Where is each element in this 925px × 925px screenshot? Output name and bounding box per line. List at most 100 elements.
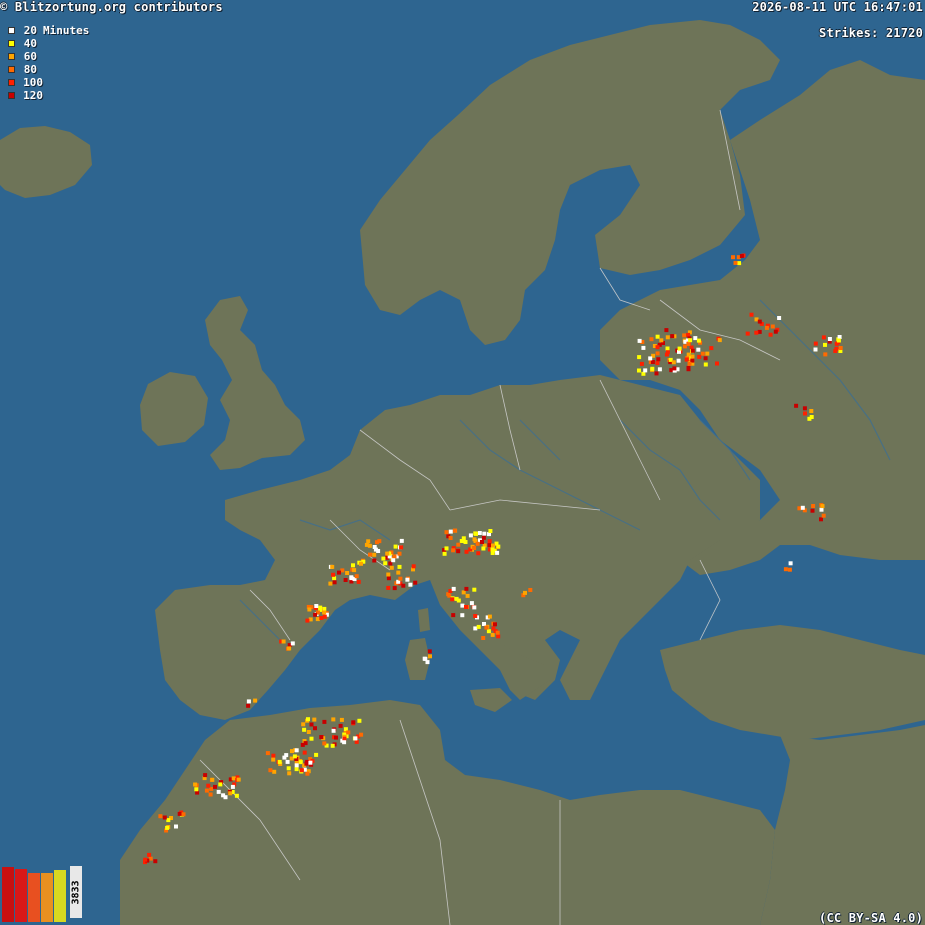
strike-marker — [821, 335, 826, 340]
strike-marker — [690, 348, 695, 353]
lightning-map[interactable] — [0, 0, 925, 925]
strike-marker — [351, 720, 356, 725]
strike-marker — [488, 529, 493, 533]
strike-marker — [343, 578, 348, 582]
strike-marker — [399, 538, 404, 543]
strike-marker — [377, 539, 382, 544]
strike-marker — [450, 597, 455, 602]
strike-marker — [703, 356, 708, 361]
strike-marker — [481, 636, 486, 640]
strike-marker — [208, 792, 213, 797]
strike-marker — [392, 586, 397, 591]
strike-marker — [474, 531, 478, 536]
legend-row: 20 Minutes — [8, 24, 89, 37]
strike-marker — [312, 717, 317, 722]
histogram-count: 3833 — [70, 866, 82, 918]
strike-marker — [230, 784, 235, 789]
strike-marker — [290, 749, 294, 754]
strike-marker — [294, 763, 299, 768]
strike-marker — [787, 567, 792, 572]
strike-marker — [827, 337, 832, 341]
strike-marker — [359, 732, 364, 737]
strike-marker — [272, 769, 277, 774]
strike-marker — [354, 574, 359, 579]
strike-marker — [345, 571, 350, 575]
strike-marker — [819, 517, 823, 522]
strike-marker — [770, 324, 775, 329]
legend-unit: Minutes — [43, 24, 90, 37]
strike-marker — [393, 544, 398, 549]
strike-marker — [147, 852, 152, 857]
strike-marker — [690, 354, 695, 359]
strike-marker — [194, 787, 199, 792]
strike-marker — [246, 703, 251, 708]
strike-marker — [427, 649, 432, 654]
strike-marker — [397, 564, 402, 569]
strike-marker — [376, 549, 381, 553]
strike-marker — [281, 639, 286, 644]
license-label: (CC BY-SA 4.0) — [819, 911, 923, 925]
strike-marker — [823, 352, 828, 357]
strike-marker — [331, 717, 336, 722]
strike-marker — [821, 513, 826, 518]
strike-marker — [684, 357, 689, 362]
strike-marker — [464, 605, 468, 609]
strike-marker — [153, 859, 158, 864]
strike-marker — [696, 338, 701, 343]
strike-marker — [268, 768, 273, 773]
strike-marker — [655, 351, 660, 356]
strike-marker — [757, 319, 762, 324]
strike-marker — [286, 766, 291, 771]
strike-marker — [468, 533, 473, 538]
legend-value: 120 — [23, 89, 43, 102]
strike-marker — [342, 736, 347, 741]
legend-row: 40 — [8, 37, 89, 50]
strike-marker — [397, 551, 402, 556]
strike-marker — [670, 334, 675, 339]
timestamp-label: 2026-08-11 UTC 16:47:01 — [752, 0, 923, 14]
strike-marker — [322, 610, 327, 615]
strike-marker — [352, 568, 357, 573]
strike-marker — [231, 776, 236, 781]
strike-marker — [342, 740, 347, 745]
strike-marker — [391, 558, 396, 563]
strike-marker — [234, 793, 239, 798]
strike-marker — [292, 754, 297, 759]
strike-marker — [356, 579, 361, 584]
strike-marker — [676, 358, 681, 363]
strike-marker — [346, 730, 351, 735]
strike-marker — [484, 625, 489, 630]
strike-marker — [246, 699, 251, 704]
strike-marker — [389, 565, 394, 570]
strike-marker — [313, 612, 318, 617]
strike-marker — [181, 812, 186, 817]
strike-marker — [464, 549, 469, 554]
strike-marker — [210, 777, 215, 782]
strike-marker — [820, 504, 825, 509]
strike-marker — [655, 361, 660, 366]
strike-marker — [800, 505, 805, 510]
strike-marker — [456, 542, 461, 547]
strike-marker — [383, 561, 388, 566]
strike-marker — [811, 504, 816, 508]
strike-marker — [693, 336, 698, 341]
strike-marker — [813, 347, 818, 352]
strike-marker — [218, 782, 223, 787]
strike-marker — [473, 614, 478, 618]
legend-value: 80 — [23, 63, 37, 76]
strike-marker — [456, 598, 461, 603]
strike-marker — [174, 824, 178, 829]
strike-marker — [465, 593, 470, 598]
strike-marker — [715, 361, 719, 366]
strike-marker — [353, 736, 358, 741]
strike-marker — [700, 351, 705, 356]
strike-marker — [408, 582, 413, 587]
strike-marker — [223, 795, 228, 800]
strike-marker — [491, 543, 495, 548]
strike-marker — [482, 622, 486, 626]
strike-marker — [664, 352, 669, 357]
strike-marker — [490, 551, 495, 555]
strike-marker — [523, 590, 527, 595]
legend-value: 20 — [23, 24, 37, 37]
strike-marker — [413, 580, 418, 585]
